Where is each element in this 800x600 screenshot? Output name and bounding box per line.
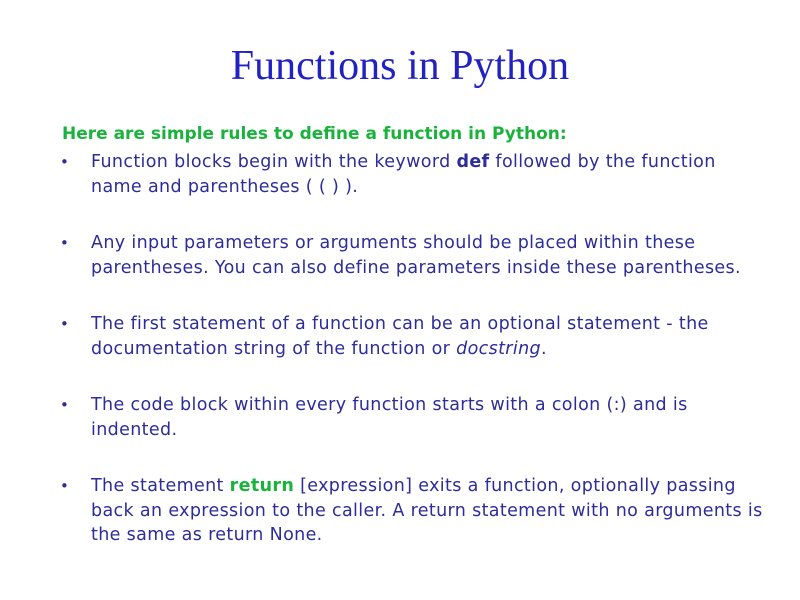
bullet-item-parameters: • Any input parameters or arguments shoul… (58, 231, 770, 280)
bullet-text: The first statement of a function can be… (91, 314, 709, 359)
bullet-marker: • (60, 153, 70, 171)
bullet-list: • Function blocks begin with the keyword … (58, 150, 770, 548)
bullet-item-code-block: • The code block within every function st… (58, 393, 770, 442)
intro-heading: Here are simple rules to define a functi… (62, 124, 567, 144)
bullet-text: Function blocks begin with the keyword (91, 152, 457, 172)
bullet-item-docstring: • The first statement of a function can b… (58, 312, 770, 361)
slide: Functions in Python Here are simple rule… (0, 0, 800, 600)
keyword-def: def (456, 152, 490, 172)
keyword-return: return (229, 476, 295, 496)
bullet-marker: • (60, 234, 70, 252)
bullet-text: . (540, 338, 547, 359)
bullet-text: Any input parameters or arguments should… (91, 233, 741, 278)
bullet-marker: • (60, 477, 70, 495)
docstring-term: docstring (456, 338, 541, 359)
bullet-marker: • (60, 396, 70, 414)
bullet-text: The code block within every function sta… (91, 395, 688, 440)
slide-title: Functions in Python (230, 43, 570, 89)
bullet-text: The statement (91, 476, 230, 496)
bullet-marker: • (60, 315, 70, 333)
bullet-item-def: • Function blocks begin with the keyword … (58, 150, 770, 199)
bullet-item-return: • The statement return [expression] exits… (58, 474, 770, 548)
